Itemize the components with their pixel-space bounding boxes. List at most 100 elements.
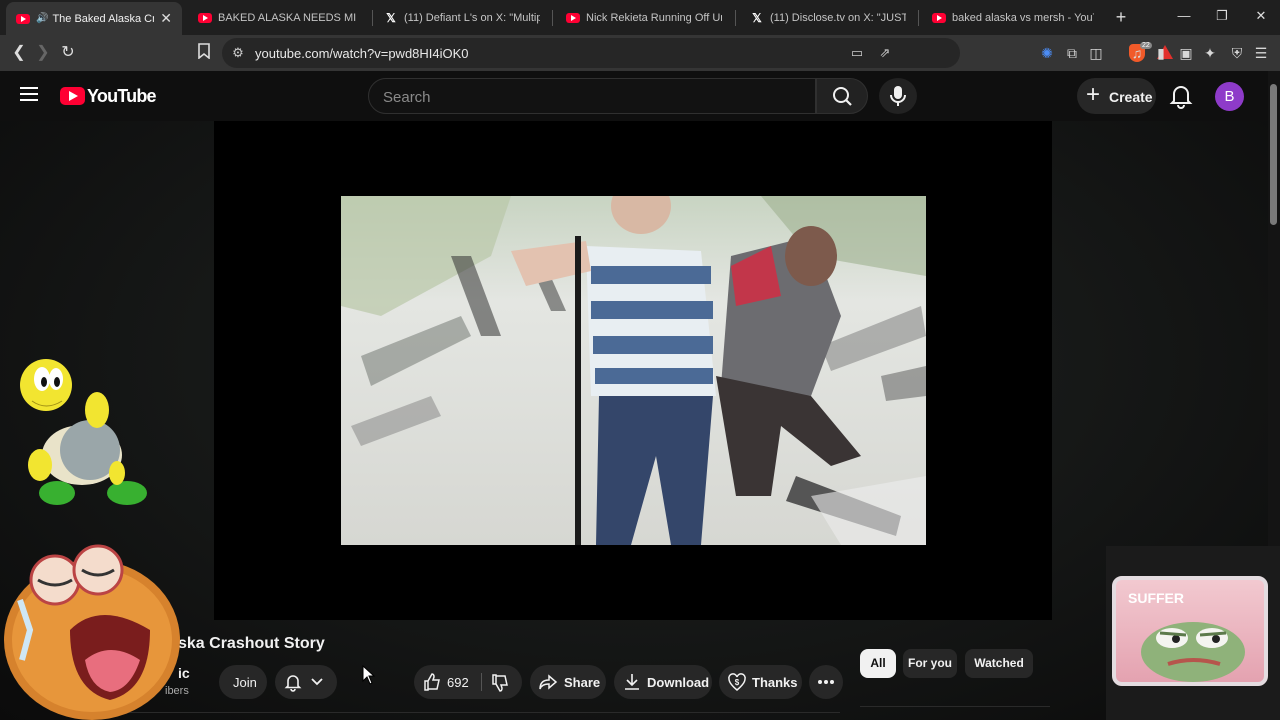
video-title: ska Crashout Story	[178, 635, 325, 652]
cast-icon[interactable]: ▭	[849, 45, 865, 61]
notifications-button[interactable]	[1166, 81, 1196, 111]
restore-window-button[interactable]: ❐	[1212, 8, 1232, 24]
download-label: Download	[647, 675, 710, 690]
microphone-icon	[890, 86, 906, 106]
chip-for-you[interactable]: For you	[903, 649, 957, 678]
new-tab-button[interactable]: +	[1111, 6, 1131, 28]
tab-separator	[918, 10, 919, 26]
voice-search-button[interactable]	[879, 78, 917, 114]
share-label: Share	[564, 675, 601, 690]
svg-text:$: $	[735, 678, 740, 687]
x-logo-icon: 𝕏	[752, 11, 762, 25]
search-icon	[833, 87, 852, 106]
download-button[interactable]: Download	[614, 665, 712, 699]
tab-title: Nick Rekieta Running Off Uncivi	[586, 12, 722, 24]
like-divider	[481, 673, 482, 691]
extension-gear-icon[interactable]: ✺	[1038, 44, 1056, 62]
vpn-shield-icon[interactable]: ⛨	[1228, 44, 1246, 62]
back-button[interactable]: ❮	[9, 43, 29, 63]
youtube-favicon-icon	[198, 13, 212, 23]
tab-title: baked alaska vs mersh - YouTub	[952, 12, 1094, 24]
tab-title: The Baked Alaska Crashout	[52, 12, 155, 25]
address-bar[interactable]: ⚙ youtube.com/watch?v=pwd8HI4iOK0 ▭ ⇗ 22	[222, 38, 1173, 68]
koopa-troopa-image	[20, 359, 147, 505]
youtube-favicon-icon	[932, 13, 946, 23]
leo-ai-icon[interactable]: ✦	[1201, 44, 1219, 62]
dislike-icon[interactable]	[490, 673, 510, 693]
tab-title: (11) Disclose.tv on X: "JUST IN -	[770, 12, 906, 24]
search-box[interactable]	[368, 78, 816, 114]
tab-separator	[735, 10, 736, 26]
crying-face-image	[4, 544, 180, 720]
more-actions-button[interactable]	[809, 665, 843, 699]
suffer-tv-overlay: SUFFER	[1106, 546, 1280, 720]
thanks-heart-dollar-icon: $	[728, 673, 746, 691]
minimize-window-button[interactable]: —	[1174, 8, 1194, 23]
more-horizontal-icon	[818, 680, 834, 684]
video-frame-image	[341, 196, 926, 545]
youtube-logo-icon[interactable]	[60, 87, 85, 105]
share-page-icon[interactable]: ⇗	[877, 45, 893, 61]
share-button[interactable]: Share	[530, 665, 606, 699]
tab-baked-alaska-needs-milk[interactable]: BAKED ALASKA NEEDS MILK! #y	[188, 4, 366, 32]
search-button[interactable]	[816, 78, 868, 114]
bookmark-icon[interactable]	[194, 43, 214, 63]
video-frame[interactable]	[341, 196, 926, 545]
koopa-troopa-overlay	[12, 355, 152, 510]
reload-button[interactable]: ↻	[58, 43, 78, 63]
crying-face-overlay	[0, 540, 185, 720]
tv-caption: SUFFER	[1128, 590, 1184, 606]
url-text[interactable]: youtube.com/watch?v=pwd8HI4iOK0	[255, 46, 469, 61]
youtube-favicon-icon	[566, 13, 580, 23]
tab-defiant-ls[interactable]: 𝕏 (11) Defiant L's on X: "Multiple n	[374, 4, 550, 32]
like-dislike-group: 692	[414, 665, 522, 699]
wallet-icon[interactable]: ▣	[1177, 44, 1195, 62]
tab-baked-alaska-crashout[interactable]: 🔊 The Baked Alaska Crashout ✕	[6, 2, 182, 35]
tab-title: BAKED ALASKA NEEDS MILK! #y	[218, 12, 356, 24]
x-logo-icon: 𝕏	[386, 11, 396, 25]
account-avatar[interactable]: B	[1215, 82, 1244, 111]
browser-menu-icon[interactable]: ☰	[1252, 44, 1270, 62]
guide-menu-icon[interactable]	[20, 87, 38, 101]
divider	[860, 706, 1050, 707]
speaker-icon[interactable]: 🔊	[36, 13, 48, 24]
chip-all[interactable]: All	[860, 649, 896, 678]
sidebar-icon[interactable]: ▮	[1152, 44, 1170, 62]
mouse-cursor-icon	[362, 665, 376, 685]
tab-disclose-tv[interactable]: 𝕏 (11) Disclose.tv on X: "JUST IN -	[740, 4, 916, 32]
download-icon	[625, 674, 639, 690]
tab-close-icon[interactable]: ✕	[160, 10, 172, 27]
tab-separator	[552, 10, 553, 26]
join-button[interactable]: Join	[219, 665, 267, 699]
media-music-icon[interactable]: ♫	[1128, 44, 1146, 62]
youtube-logo-text[interactable]: YouTube	[87, 86, 157, 107]
create-button[interactable]: + Create	[1077, 78, 1156, 114]
tab-nick-rekieta[interactable]: Nick Rekieta Running Off Uncivi	[556, 4, 732, 32]
extensions-puzzle-icon[interactable]: ⧉	[1063, 44, 1081, 62]
site-settings-icon[interactable]: ⚙	[230, 45, 246, 61]
tab-separator	[372, 10, 373, 26]
tab-baked-alaska-vs-mersh[interactable]: baked alaska vs mersh - YouTub	[922, 4, 1104, 32]
browser-tab-strip: 🔊 The Baked Alaska Crashout ✕ BAKED ALAS…	[0, 0, 1280, 35]
chip-watched[interactable]: Watched	[965, 649, 1033, 678]
chevron-down-icon	[311, 678, 323, 686]
subscribe-notifications-button[interactable]	[275, 665, 337, 699]
create-label: Create	[1109, 89, 1153, 105]
bell-icon	[284, 675, 302, 692]
close-window-button[interactable]: ✕	[1251, 8, 1271, 24]
join-label: Join	[233, 675, 257, 690]
youtube-masthead: YouTube + Create B	[0, 71, 1280, 121]
like-count[interactable]: 692	[447, 675, 469, 690]
like-icon[interactable]	[422, 672, 442, 692]
divider	[70, 712, 840, 713]
plus-icon: +	[1086, 81, 1101, 108]
scrollbar-thumb[interactable]	[1270, 84, 1277, 225]
tab-title: (11) Defiant L's on X: "Multiple n	[404, 12, 540, 24]
screenshot-icon[interactable]: ◫	[1087, 44, 1105, 62]
search-input[interactable]	[383, 87, 783, 107]
bell-icon	[1169, 86, 1193, 109]
forward-button[interactable]: ❯	[33, 43, 53, 63]
thanks-label: Thanks	[752, 675, 798, 690]
thanks-button[interactable]: $ Thanks	[719, 665, 802, 699]
pepe-frog-image	[1141, 622, 1245, 682]
